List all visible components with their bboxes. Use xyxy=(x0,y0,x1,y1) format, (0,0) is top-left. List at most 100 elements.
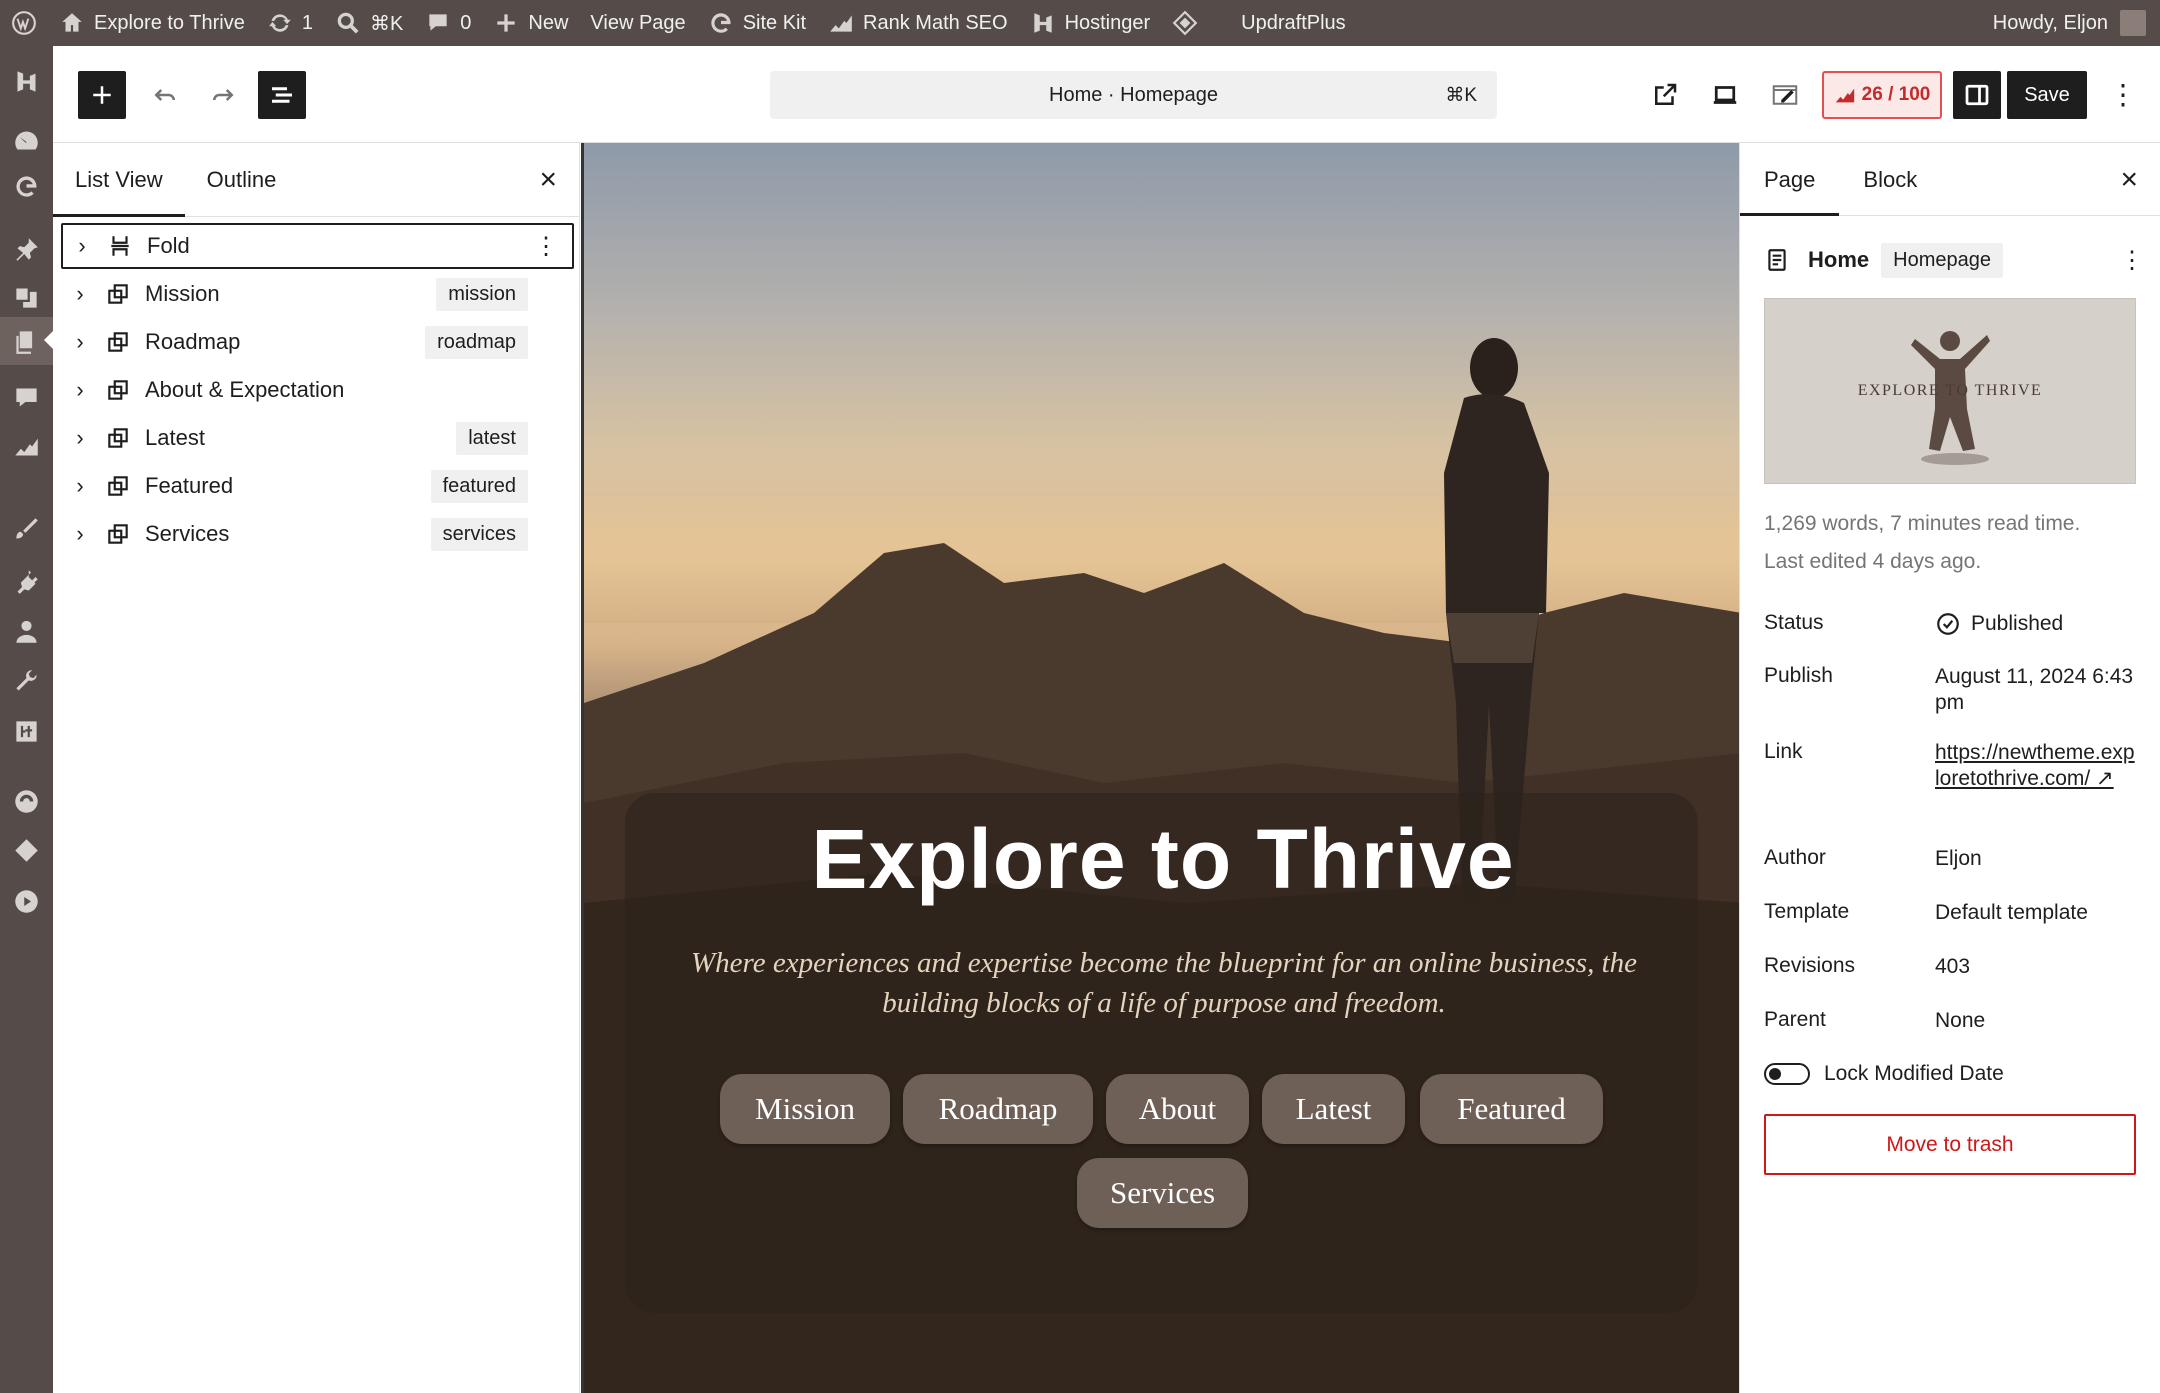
revisions-link[interactable]: 403 xyxy=(1935,954,2135,980)
save-button[interactable]: Save xyxy=(2007,71,2087,119)
media-icon[interactable] xyxy=(13,284,40,311)
kebab-icon[interactable]: ⋮ xyxy=(534,232,558,261)
lock-modified-date-row: Lock Modified Date xyxy=(1764,1062,2004,1086)
hostinger-icon xyxy=(1033,13,1052,33)
permalink[interactable]: https://newtheme.exploretothrive.com/ ↗ xyxy=(1935,740,2135,792)
template-badge: Homepage xyxy=(1881,242,2003,278)
plus-icon xyxy=(93,86,111,104)
updraft-menu-icon[interactable] xyxy=(13,788,40,815)
add-block-button[interactable] xyxy=(78,71,126,119)
hero-title[interactable]: Explore to Thrive xyxy=(584,811,1739,908)
hero-button-roadmap[interactable]: Roadmap xyxy=(903,1074,1093,1144)
list-item[interactable]: › Latest latest xyxy=(61,415,574,461)
diamond-menu-icon[interactable] xyxy=(13,837,40,864)
publish-date-link[interactable]: August 11, 2024 6:43 pm xyxy=(1935,664,2135,716)
list-item[interactable]: › Fold ⋮ xyxy=(61,223,574,269)
post-meta: 1,269 words, 7 minutes read time. Last e… xyxy=(1764,512,2081,573)
comment-icon xyxy=(429,14,447,31)
hero-subtitle[interactable]: Where experiences and expertise become t… xyxy=(659,943,1669,1023)
status-toggle[interactable]: Published xyxy=(1935,611,2135,637)
hero-button-about[interactable]: About xyxy=(1106,1074,1249,1144)
tools-wrench-icon[interactable] xyxy=(13,668,40,695)
site-name-link[interactable]: Explore to Thrive xyxy=(48,0,256,46)
close-icon[interactable]: × xyxy=(2120,163,2138,197)
list-item[interactable]: › Services services xyxy=(61,511,574,557)
options-button[interactable]: ⋮ xyxy=(2103,71,2143,119)
chevron-right-icon[interactable]: › xyxy=(69,425,91,451)
publish-row: Publish August 11, 2024 6:43 pm xyxy=(1764,664,2135,716)
updraftplus-link[interactable]: UpdraftPlus xyxy=(1161,0,1357,46)
group-block-icon xyxy=(105,425,131,451)
featured-image[interactable]: EXPLORE TO THRIVE xyxy=(1764,298,2136,484)
tab-block[interactable]: Block xyxy=(1839,143,1941,216)
editor-canvas[interactable]: Explore to Thrive Where experiences and … xyxy=(581,143,1739,1393)
comments-link[interactable]: 0 xyxy=(414,0,482,46)
hero-button-mission[interactable]: Mission xyxy=(720,1074,890,1144)
lock-modified-date-toggle[interactable] xyxy=(1764,1063,1810,1085)
chevron-right-icon[interactable]: › xyxy=(69,473,91,499)
settings-sidebar-toggle[interactable] xyxy=(1953,71,2001,119)
comments-menu-icon[interactable] xyxy=(13,384,40,411)
chevron-right-icon[interactable]: › xyxy=(71,233,93,259)
list-item[interactable]: › Featured featured xyxy=(61,463,574,509)
list-item[interactable]: › Mission mission xyxy=(61,271,574,317)
redo-button[interactable] xyxy=(199,71,247,119)
view-page-button[interactable] xyxy=(1643,71,1687,119)
anchor-badge: roadmap xyxy=(425,325,528,359)
chevron-right-icon[interactable]: › xyxy=(69,377,91,403)
plugins-icon[interactable] xyxy=(13,568,40,595)
wordpress-logo-icon[interactable] xyxy=(0,0,48,46)
document-overview-button[interactable] xyxy=(258,71,306,119)
pages-icon[interactable] xyxy=(0,317,53,365)
search-link[interactable]: ⌘K xyxy=(324,0,414,46)
posts-pin-icon[interactable] xyxy=(13,236,40,263)
hero-button-latest[interactable]: Latest xyxy=(1262,1074,1405,1144)
template-select[interactable]: Default template xyxy=(1935,900,2135,926)
author-select[interactable]: Eljon xyxy=(1935,846,2135,872)
refresh-icon xyxy=(268,14,291,32)
undo-button[interactable] xyxy=(141,71,189,119)
view-page-link[interactable]: View Page xyxy=(579,0,696,46)
undo-icon xyxy=(154,89,175,101)
close-icon[interactable]: × xyxy=(539,165,557,195)
tab-outline[interactable]: Outline xyxy=(185,143,299,217)
move-to-trash-button[interactable]: Move to trash xyxy=(1764,1114,2136,1175)
rank-math-score-button[interactable]: 26 / 100 xyxy=(1822,71,1942,119)
chevron-right-icon[interactable]: › xyxy=(69,521,91,547)
dashboard-icon[interactable] xyxy=(13,127,40,154)
redo-icon xyxy=(213,89,234,101)
notes-button[interactable] xyxy=(1763,71,1807,119)
hostinger-menu-icon[interactable] xyxy=(13,68,40,95)
appearance-brush-icon[interactable] xyxy=(13,516,40,543)
play-icon[interactable] xyxy=(13,888,40,915)
tab-list-view[interactable]: List View xyxy=(53,143,185,217)
site-kit-menu-icon[interactable] xyxy=(13,173,40,200)
new-content-link[interactable]: New xyxy=(482,0,579,46)
settings-sliders-icon[interactable] xyxy=(13,718,40,745)
chevron-right-icon[interactable]: › xyxy=(69,329,91,355)
site-kit-link[interactable]: Site Kit xyxy=(697,0,817,46)
rank-math-link[interactable]: Rank Math SEO xyxy=(817,0,1019,46)
rank-math-menu-icon[interactable] xyxy=(13,433,40,460)
updates-link[interactable]: 1 xyxy=(256,0,324,46)
device-preview-button[interactable] xyxy=(1703,71,1747,119)
kebab-icon[interactable]: ⋮ xyxy=(2120,246,2144,275)
command-palette-bar[interactable]: Home · Homepage ⌘K xyxy=(770,71,1497,119)
hero-button-featured[interactable]: Featured xyxy=(1420,1074,1603,1144)
hostinger-link[interactable]: Hostinger xyxy=(1019,0,1162,46)
chevron-right-icon[interactable]: › xyxy=(69,281,91,307)
parent-select[interactable]: None xyxy=(1935,1008,2135,1034)
list-item[interactable]: › About & Expectation xyxy=(61,367,574,413)
tab-page[interactable]: Page xyxy=(1740,143,1839,216)
group-block-icon xyxy=(105,377,131,403)
group-block-icon xyxy=(105,329,131,355)
plus-icon xyxy=(497,14,516,32)
account-menu[interactable]: Howdy, Eljon xyxy=(1982,0,2160,46)
list-item[interactable]: › Roadmap roadmap xyxy=(61,319,574,365)
link-row: Link https://newtheme.exploretothrive.co… xyxy=(1764,740,2135,792)
rank-math-icon xyxy=(1835,88,1854,103)
admin-menu-rail xyxy=(0,46,53,1393)
hero-button-services[interactable]: Services xyxy=(1077,1158,1248,1228)
revisions-row: Revisions 403 xyxy=(1764,954,2144,980)
users-icon[interactable] xyxy=(13,618,40,645)
